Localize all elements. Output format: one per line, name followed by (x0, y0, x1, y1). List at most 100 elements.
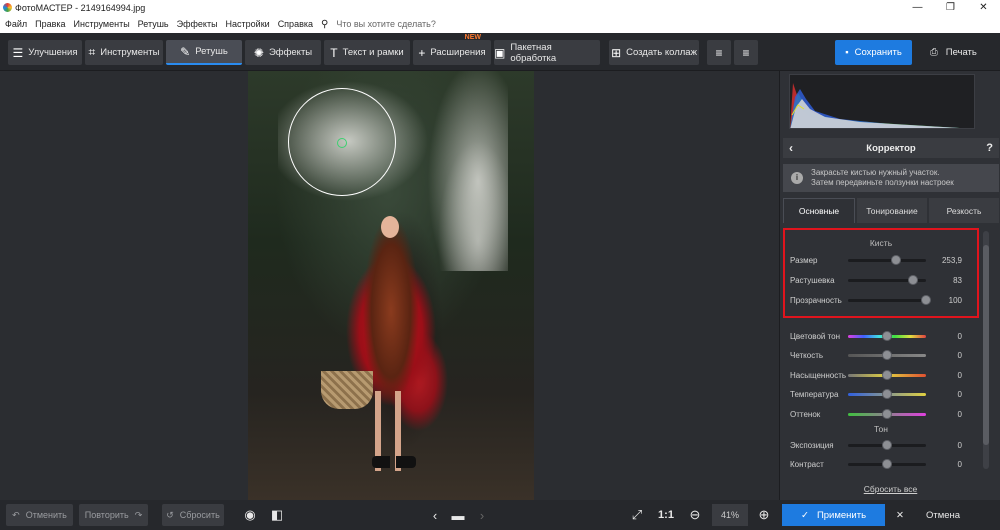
tab-extensions[interactable]: + Расширения NEW (413, 34, 491, 65)
slider-track[interactable] (848, 350, 926, 360)
photo-canvas[interactable] (0, 71, 779, 500)
photo-image[interactable] (248, 71, 534, 500)
tab-tools[interactable]: ⌗ Инструменты (85, 40, 163, 65)
undo-button[interactable]: ↶ Отменить (6, 504, 73, 526)
tab-effects[interactable]: ✺ Эффекты (245, 40, 321, 65)
menu-retouch[interactable]: Ретушь (138, 19, 169, 29)
redo-button[interactable]: Повторить ↷ (79, 504, 148, 526)
slider-label: Температура (790, 390, 839, 399)
slider-track[interactable] (848, 294, 931, 305)
menu-edit[interactable]: Правка (35, 19, 65, 29)
bottom-bar: ↶ Отменить Повторить ↷ ↺ Сбросить ◉ ◧ ‹ ▬ ›… (0, 500, 1000, 530)
slider-knob[interactable] (882, 408, 892, 419)
slider-label: Растушевка (790, 275, 835, 285)
brush-icon: ✎ (180, 44, 191, 59)
zoom-out-icon[interactable]: ⊖ (684, 504, 706, 526)
title-bar: ФотоМАСТЕР - 2149164994.jpg — ❐ ✕ (0, 0, 1000, 15)
slider-row: Прозрачность 100 (790, 293, 968, 307)
menu-file[interactable]: Файл (5, 19, 27, 29)
tab-basic[interactable]: Основные (783, 198, 855, 223)
slider-row: Насыщенность 0 (790, 368, 968, 382)
presets-download-button[interactable]: ≡ (734, 40, 758, 65)
tab-enhancements[interactable]: ☰ Улучшения (8, 40, 82, 65)
brush-section-title: Кисть (869, 238, 893, 248)
zoom-in-icon[interactable]: ⊕ (753, 504, 775, 526)
slider-knob[interactable] (882, 350, 892, 360)
histogram (789, 74, 975, 129)
cancel-x-icon: ✕ (896, 509, 904, 521)
slider-track[interactable] (848, 389, 926, 399)
photo-basket (321, 371, 373, 409)
scrollbar-thumb[interactable] (983, 245, 989, 445)
apply-button[interactable]: ✓ Применить (782, 504, 885, 526)
reset-button[interactable]: ↺ Сбросить (162, 504, 224, 526)
photo-shoes (372, 456, 416, 468)
redo-icon: ↷ (134, 509, 143, 520)
slider-knob[interactable] (882, 369, 892, 380)
corrector-panel: ‹ Корректор ? i Закрасьте кистью нужный … (779, 71, 1000, 500)
slider-track[interactable] (848, 254, 926, 265)
minimize-button[interactable]: — (901, 0, 934, 15)
list-download-icon: ≡ (742, 45, 750, 60)
search-icon[interactable]: ⚲ (321, 19, 328, 30)
compare-icon[interactable]: ◧ (266, 504, 288, 526)
menu-bar: Файл Правка Инструменты Ретушь Эффекты Н… (0, 15, 1000, 33)
slider-track[interactable] (848, 458, 926, 469)
help-icon[interactable]: ? (986, 142, 993, 154)
tab-text-frames[interactable]: T Текст и рамки (324, 40, 410, 65)
panel-scrollbar[interactable] (983, 231, 989, 469)
slider-row: Размер 253,9 (790, 253, 968, 267)
slider-label: Насыщенность (790, 370, 847, 380)
text-icon: T (330, 45, 338, 60)
cancel-button[interactable]: ✕ Отмена (890, 504, 990, 526)
slider-knob[interactable] (907, 274, 918, 285)
collage-icon: ⊞ (611, 45, 622, 60)
tab-batch[interactable]: ▣ Пакетная обработка (494, 40, 600, 65)
menu-search-input[interactable]: Что вы хотите сделать? (336, 19, 436, 29)
zoom-value[interactable]: 41% (712, 504, 748, 526)
slider-knob[interactable] (882, 389, 892, 399)
slider-track[interactable] (848, 408, 926, 419)
back-arrow-icon[interactable]: ‹ (789, 141, 793, 155)
fit-screen-icon[interactable]: ⤢ (626, 504, 648, 526)
actual-size-button[interactable]: 1:1 (655, 504, 677, 526)
menu-tools[interactable]: Инструменты (74, 19, 130, 29)
maximize-button[interactable]: ❐ (934, 0, 967, 15)
tab-toning[interactable]: Тонирование (857, 198, 927, 223)
app-logo-icon (3, 3, 12, 12)
menu-effects[interactable]: Эффекты (177, 19, 218, 29)
slider-value: 0 (957, 459, 962, 469)
save-button[interactable]: ▪ Сохранить (835, 40, 912, 65)
tab-retouch[interactable]: ✎ Ретушь (166, 40, 242, 65)
slider-knob[interactable] (891, 254, 902, 265)
prev-image-icon[interactable]: ‹ (424, 504, 446, 526)
slider-knob[interactable] (921, 294, 931, 305)
photo-face (381, 216, 399, 238)
new-badge: NEW (464, 34, 481, 41)
slider-knob[interactable] (882, 330, 892, 341)
next-image-icon[interactable]: › (471, 504, 493, 526)
list-add-icon: ≡ (715, 45, 723, 60)
tab-collage[interactable]: ⊞ Создать коллаж (609, 40, 699, 65)
window-title: ФотоМАСТЕР - 2149164994.jpg (15, 2, 146, 13)
tab-sharpness[interactable]: Резкость (929, 198, 999, 223)
slider-knob[interactable] (882, 458, 892, 469)
menu-help[interactable]: Справка (278, 19, 313, 29)
slider-knob[interactable] (882, 439, 892, 450)
slider-label: Контраст (790, 459, 824, 469)
slider-track[interactable] (848, 439, 926, 450)
slider-track[interactable] (848, 330, 926, 341)
close-button[interactable]: ✕ (967, 0, 1000, 15)
reset-all-link[interactable]: Сбросить все (780, 484, 1000, 494)
slider-label: Четкость (790, 351, 824, 360)
folder-icon[interactable]: ▬ (447, 504, 469, 526)
panel-title: Корректор (866, 142, 916, 154)
slider-track[interactable] (848, 369, 926, 380)
menu-settings[interactable]: Настройки (226, 19, 270, 29)
preview-eye-icon[interactable]: ◉ (239, 504, 261, 526)
print-button[interactable]: ⎙ Печать (915, 40, 992, 65)
slider-row: Температура 0 (790, 388, 968, 402)
hint-box: i Закрасьте кистью нужный участок. Затем… (783, 164, 999, 192)
slider-track[interactable] (848, 274, 926, 285)
presets-add-button[interactable]: ≡ (707, 40, 731, 65)
